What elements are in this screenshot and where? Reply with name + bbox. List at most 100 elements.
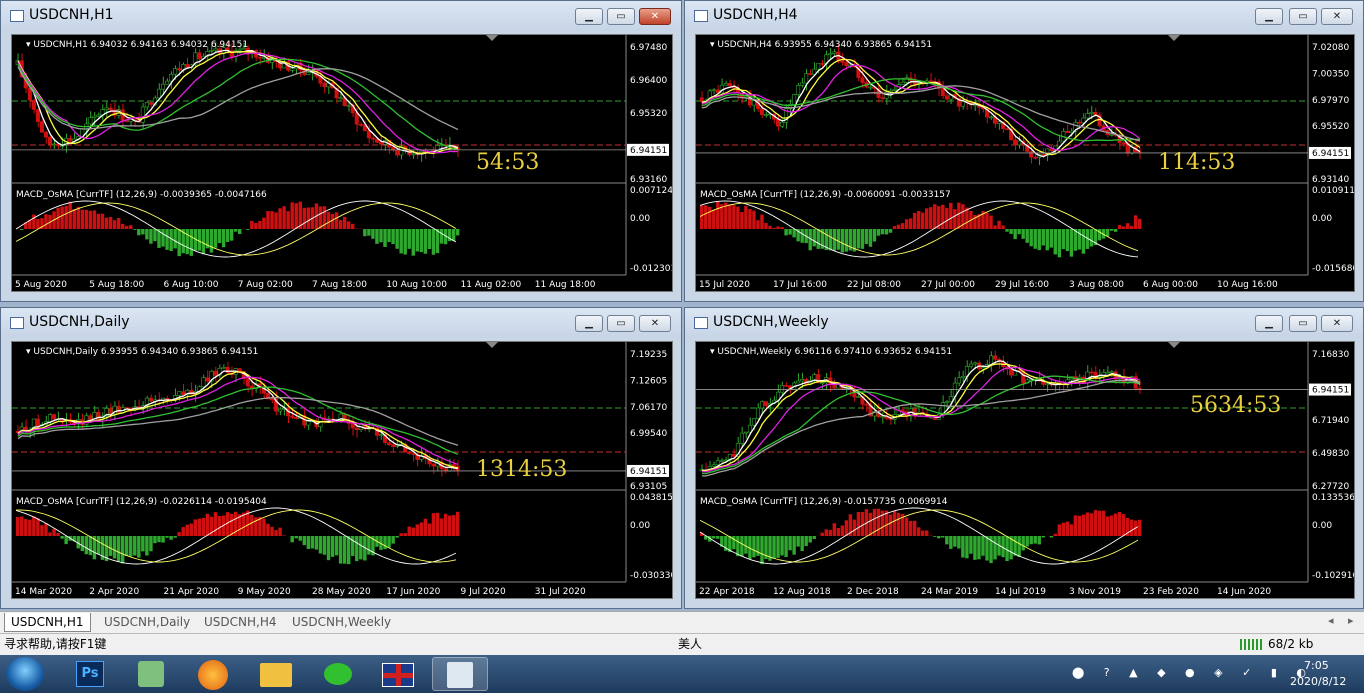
candle [711, 464, 716, 467]
macd-bar [1129, 225, 1134, 229]
tab-scroll-right-icon[interactable]: ▸ [1348, 614, 1354, 627]
explorer-icon[interactable] [248, 657, 304, 691]
close-button[interactable]: ✕ [639, 315, 671, 332]
chart-shift-marker-icon [1168, 35, 1180, 41]
macd-bar [1089, 229, 1094, 247]
time-scale-label: 6 Aug 00:00 [1143, 280, 1198, 290]
macd-bar [916, 527, 921, 536]
close-button[interactable]: ✕ [1321, 8, 1353, 25]
tab-usdcnh-h4[interactable]: USDCNH,H4 [198, 613, 283, 632]
minimize-button[interactable]: ▁ [575, 315, 603, 332]
window-title: USDCNH,H1 [29, 7, 114, 23]
chart-area[interactable]: ▾ USDCNH,H4 6.93955 6.94340 6.93865 6.94… [695, 34, 1355, 292]
tab-usdcnh-h1[interactable]: USDCNH,H1 [4, 613, 91, 632]
macd-bar [149, 536, 153, 552]
maximize-button[interactable]: ▭ [1289, 8, 1317, 25]
tab-usdcnh-weekly[interactable]: USDCNH,Weekly [286, 613, 397, 632]
candle [128, 119, 133, 122]
macd-scale-label: 0.1335368 [1312, 493, 1354, 503]
symbol-info: ▾ USDCNH,Weekly 6.96116 6.97410 6.93652 … [710, 347, 952, 357]
firefox-icon[interactable] [186, 657, 242, 691]
macd-bar [64, 536, 68, 545]
candle [808, 73, 813, 75]
minimize-button[interactable]: ▁ [1255, 8, 1283, 25]
macd-bar [796, 536, 800, 547]
macd-bar [351, 223, 355, 229]
macd-bar [403, 533, 407, 536]
time-scale-label: 14 Jul 2019 [995, 587, 1046, 597]
macd-bar [957, 202, 961, 229]
macd-bar [985, 212, 989, 229]
tray-icons[interactable]: ⬤ ? ▲ ◆ ● ◈ ✓ ▮ ◐ [1072, 666, 1314, 679]
chart-area[interactable]: ▾ USDCNH,Daily 6.93955 6.94340 6.93865 6… [11, 341, 673, 599]
macd-bar [740, 536, 744, 557]
chart-area[interactable]: ▾ USDCNH,H1 6.94032 6.94163 6.94032 6.94… [11, 34, 673, 292]
macd-bar [455, 511, 460, 536]
clock-time[interactable]: 7:05 [1304, 659, 1329, 672]
macd-bar [908, 521, 913, 536]
chart-window-daily[interactable]: USDCNH,Daily ▁ ▭ ✕ ▾ USDCNH,Daily 6.9395… [0, 307, 682, 609]
wechat-icon[interactable] [310, 657, 366, 691]
start-orb-icon[interactable] [6, 657, 44, 691]
macd-bar [84, 536, 89, 555]
title-bar[interactable]: USDCNH,H4 ▁ ▭ ✕ [685, 1, 1363, 31]
macd-bar [116, 218, 121, 229]
macd-bar [1077, 229, 1082, 250]
title-bar[interactable]: USDCNH,Daily ▁ ▭ ✕ [1, 308, 681, 338]
candle [763, 114, 769, 116]
macd-bar [359, 536, 363, 560]
title-bar[interactable]: USDCNH,Weekly ▁ ▭ ✕ [685, 308, 1363, 338]
candle [104, 107, 109, 110]
paint-icon[interactable] [124, 657, 180, 691]
chart-window-weekly[interactable]: USDCNH,Weekly ▁ ▭ ✕ ▾ USDCNH,Weekly 6.96… [684, 307, 1364, 609]
candle [68, 138, 73, 142]
taskbar: Ps ⬤ ? ▲ ◆ ● ◈ ✓ ▮ ◐ 7:05 2020/8/12 [0, 655, 1364, 693]
tab-scroll-left-icon[interactable]: ◂ [1328, 614, 1334, 627]
minimize-button[interactable]: ▁ [1255, 315, 1283, 332]
chart-window-h1[interactable]: USDCNH,H1 ▁ ▭ ✕ ▾ USDCNH,H1 6.94032 6.94… [0, 0, 682, 302]
macd-bar [904, 517, 909, 536]
macd-bar [387, 229, 391, 243]
maximize-button[interactable]: ▭ [1289, 315, 1317, 332]
macd-bar [443, 513, 448, 536]
candle [1085, 113, 1090, 119]
macd-bar [314, 536, 319, 550]
time-scale-label: 23 Feb 2020 [1143, 587, 1199, 597]
macd-bar [945, 536, 949, 545]
maximize-button[interactable]: ▭ [607, 8, 635, 25]
time-scale-label: 3 Nov 2019 [1069, 587, 1121, 597]
profile-name: 美人 [678, 637, 703, 651]
candle [856, 396, 861, 398]
mt4-icon[interactable] [432, 657, 488, 691]
close-button[interactable]: ✕ [639, 8, 671, 25]
macd-bar [708, 206, 712, 229]
tab-usdcnh-daily[interactable]: USDCNH,Daily [98, 613, 196, 632]
macd-scale-label: 0.00 [1312, 521, 1332, 531]
candle [451, 464, 456, 467]
macd-bar [290, 202, 294, 229]
macd-bar [415, 229, 420, 252]
candle [944, 95, 949, 100]
macd-bar [88, 536, 93, 556]
title-bar[interactable]: USDCNH,H1 ▁ ▭ ✕ [1, 1, 681, 31]
photoshop-icon[interactable]: Ps [64, 657, 120, 691]
macd-bar [836, 528, 841, 536]
candle [784, 385, 789, 387]
close-button[interactable]: ✕ [1321, 315, 1353, 332]
macd-bar [76, 206, 80, 229]
maximize-button[interactable]: ▭ [607, 315, 635, 332]
macd-bar [80, 209, 85, 229]
macd-bar [760, 536, 764, 565]
candle [860, 77, 865, 83]
candle [181, 391, 186, 396]
macd-bar [941, 536, 945, 538]
clock-date[interactable]: 2020/8/12 [1290, 675, 1346, 688]
minimize-button[interactable]: ▁ [575, 8, 603, 25]
chart-window-h4[interactable]: USDCNH,H4 ▁ ▭ ✕ ▾ USDCNH,H4 6.93955 6.94… [684, 0, 1364, 302]
macd-bar [868, 229, 873, 247]
macd-bar [804, 536, 808, 547]
chart-area[interactable]: ▾ USDCNH,Weekly 6.96116 6.97410 6.93652 … [695, 341, 1355, 599]
macd-bar [266, 211, 270, 229]
uk-flag-icon[interactable] [370, 657, 426, 691]
macd-bar [391, 536, 395, 544]
